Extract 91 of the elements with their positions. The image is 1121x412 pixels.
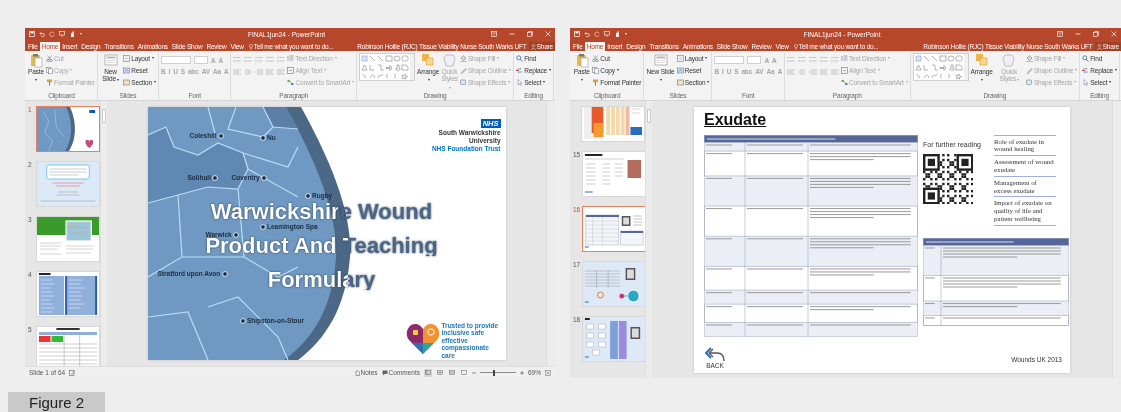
layout-icon [676,54,684,62]
slide-preview-drawing [37,327,99,366]
brush-icon [45,78,53,86]
replace-icon [1082,66,1090,74]
map-pin-icon [304,192,311,199]
brush-icon [592,78,600,86]
presentation-icon [604,31,610,37]
view-button[interactable] [460,368,468,377]
close-icon [1111,31,1117,37]
map-pin-icon [259,134,266,141]
slide-preview-drawing [37,162,99,206]
hand-icon [614,31,620,37]
text-direction-icon [287,54,295,62]
map-pin-icon [212,174,219,181]
view-button[interactable] [424,368,432,377]
restore-icon [527,31,533,37]
heart-logo-drawing [405,321,440,355]
hand-icon [69,31,75,37]
plus-icon [520,370,524,375]
shapes-gallery[interactable] [359,53,416,81]
smartart-icon [840,78,848,86]
font-name-field[interactable] [714,56,745,64]
slide-preview-drawing [583,262,645,306]
font-size-field[interactable] [747,56,762,64]
redo-icon [49,31,55,37]
save-icon [29,31,35,37]
bucket-icon [459,54,467,62]
shapes-gallery[interactable] [912,53,969,81]
restore-icon [1093,31,1099,37]
qr-code [923,153,974,204]
slide-preview-drawing [582,107,644,141]
font-name-field[interactable] [160,56,191,64]
map-pin-icon [261,174,268,181]
view-button[interactable] [448,368,456,377]
pen-icon [459,66,467,74]
copy-icon [592,66,600,74]
map-pin-icon [218,132,225,139]
slide-thumbnail[interactable] [582,206,645,252]
align-text-icon [840,66,848,74]
ribbon-options-icon [1057,31,1063,37]
font-size-field[interactable] [193,56,208,64]
save-icon [574,31,580,37]
bucket-icon [1025,54,1033,62]
view-button[interactable] [436,368,444,377]
redo-icon [594,31,600,37]
pen-icon [1025,66,1033,74]
copy-icon [45,66,53,74]
undo-icon [584,31,590,37]
cursor-icon [516,78,524,86]
notes-icon [354,369,360,376]
scrollbar[interactable] [100,101,107,366]
map-pin-icon [239,317,246,324]
slide-thumbnail[interactable] [36,106,100,152]
effects-icon [459,78,467,86]
search-icon [1082,54,1090,62]
spellcheck-icon [69,369,76,376]
replace-icon [516,66,524,74]
map-pin-icon [221,270,228,277]
ribbon-options-icon [491,31,497,37]
slide-preview-drawing [583,317,645,361]
scissors-icon [45,54,53,62]
reset-icon [676,66,684,74]
slide-preview-drawing [37,272,99,316]
scrollbar[interactable] [546,101,555,366]
layout-icon [123,54,131,62]
scrollbar[interactable] [645,101,652,378]
slide-heading: Exudate [704,110,767,130]
search-icon [516,54,524,62]
undo-icon [39,31,45,37]
arrange-icon [974,53,989,68]
align-text-icon [287,66,295,74]
smartart-icon [287,78,295,86]
reset-icon [123,66,131,74]
cursor-icon [1082,78,1090,86]
map-pin-icon [259,223,266,230]
comment-icon [381,369,388,376]
close-icon [545,31,551,37]
figure-caption: Figure 2 [8,392,105,412]
text-direction-icon [840,54,848,62]
scrollbar[interactable] [1112,101,1121,378]
section-icon [676,78,684,86]
back-arrow-icon [704,344,726,362]
map-pin-icon [233,231,240,238]
fit-to-window-icon [545,369,551,376]
presentation-icon [59,31,65,37]
effects-icon [1025,78,1033,86]
scissors-icon [592,54,600,62]
minimize-icon [509,31,515,37]
section-icon [123,78,131,86]
arrange-icon [421,53,436,68]
minimize-icon [1075,31,1081,37]
